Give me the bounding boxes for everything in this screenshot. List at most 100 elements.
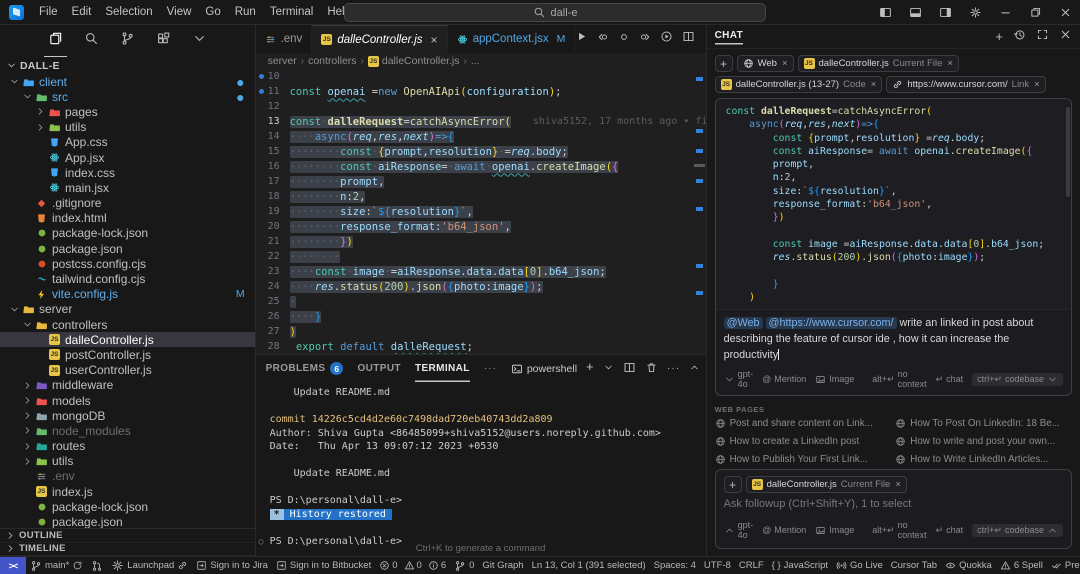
- section-outline[interactable]: OUTLINE: [0, 529, 255, 543]
- image-button[interactable]: Image: [815, 374, 854, 385]
- gear-button[interactable]: [960, 0, 990, 25]
- tab-appcontext.jsx[interactable]: appContext.jsx M: [447, 25, 576, 53]
- tree-item-src[interactable]: src ●: [0, 89, 255, 104]
- remove-pill-icon[interactable]: ×: [947, 58, 953, 69]
- inline-mention-pill[interactable]: @https://www.cursor.com/: [765, 317, 897, 330]
- sidebar-view-branch[interactable]: [118, 28, 137, 54]
- context-pill-web[interactable]: Web ×: [736, 55, 794, 72]
- status-launchpad[interactable]: Launchpad: [107, 557, 192, 574]
- tree-item-controllers[interactable]: controllers: [0, 317, 255, 332]
- tree-item-pages[interactable]: pages: [0, 104, 255, 119]
- status-language-mode[interactable]: { } JavaScript: [768, 557, 832, 574]
- tree-item-client[interactable]: client ●: [0, 74, 255, 89]
- code-line-19[interactable]: 19 ········size:`${resolution}`,: [256, 204, 706, 219]
- status-encoding[interactable]: UTF-8: [700, 557, 735, 574]
- status-remote-indicator[interactable]: ><: [0, 557, 26, 574]
- menu-view[interactable]: View: [160, 2, 199, 22]
- mention-button[interactable]: @ Mention: [762, 374, 806, 384]
- tree-item-package-lock.json[interactable]: package-lock.json: [0, 499, 255, 514]
- tab-dallecontroller.js[interactable]: JS dalleController.js ×: [312, 25, 448, 53]
- menu-terminal[interactable]: Terminal: [263, 2, 320, 22]
- add-context-button[interactable]: +: [714, 55, 733, 72]
- tree-item-app.jsx[interactable]: App.jsx: [0, 150, 255, 165]
- tree-item-index.html[interactable]: index.html: [0, 211, 255, 226]
- maximize-button[interactable]: [1020, 0, 1050, 25]
- status-git-graph[interactable]: Git Graph: [478, 557, 527, 574]
- sidebar-view-chevron-down[interactable]: [190, 28, 209, 54]
- tree-item-models[interactable]: models: [0, 393, 255, 408]
- status-branch-count[interactable]: 0: [450, 557, 478, 574]
- status-quokka[interactable]: Quokka: [941, 557, 996, 574]
- code-line-22[interactable]: 22 ········: [256, 249, 706, 264]
- section-timeline[interactable]: TIMELINE: [0, 543, 255, 556]
- panel-split-button[interactable]: [623, 361, 636, 377]
- tree-item-package-lock.json[interactable]: package-lock.json: [0, 226, 255, 241]
- code-line-26[interactable]: 26 ····}: [256, 309, 706, 324]
- model-selector[interactable]: gpt-4o: [724, 369, 753, 389]
- remove-pill-icon[interactable]: ×: [871, 79, 877, 90]
- tab-chat[interactable]: CHAT: [715, 30, 744, 43]
- tree-item-usercontroller.js[interactable]: JS userController.js: [0, 363, 255, 378]
- code-line-16[interactable]: 16 ········const·aiResponse=·await·openai…: [256, 159, 706, 174]
- close-tab-icon[interactable]: ×: [431, 33, 438, 47]
- sidebar-view-files[interactable]: [43, 28, 67, 57]
- status-eol[interactable]: CRLF: [735, 557, 768, 574]
- add-context-button[interactable]: +: [723, 476, 742, 493]
- context-pill-httpswww.cursor.com[interactable]: https://www.cursor.com/Link ×: [886, 76, 1046, 93]
- tree-item-index.js[interactable]: JS index.js: [0, 484, 255, 499]
- breadcrumb-item[interactable]: JS dalleController.js: [367, 55, 460, 67]
- minimize-button[interactable]: [990, 0, 1020, 25]
- code-line-24[interactable]: 24 ····res.status(200).json({photo:image}…: [256, 279, 706, 294]
- tree-item-server[interactable]: server: [0, 302, 255, 317]
- submit-codebase[interactable]: ctrl+↵ codebase: [972, 523, 1063, 537]
- tree-item-nodemodules[interactable]: node_modules: [0, 423, 255, 438]
- tree-item-postcontroller.js[interactable]: JS postController.js: [0, 347, 255, 362]
- chat-code-scrollbar[interactable]: [1066, 107, 1070, 197]
- terminal-output[interactable]: Update README.md commit 14226c5cd4d2e60c7…: [256, 382, 706, 556]
- tree-item-package.json[interactable]: package.json: [0, 241, 255, 256]
- layout-left-button[interactable]: [870, 0, 900, 25]
- web-page-result[interactable]: Post and share content on Link...: [715, 418, 892, 429]
- tree-item-routes[interactable]: routes: [0, 439, 255, 454]
- code-line-10[interactable]: 10: [256, 69, 706, 84]
- panel-trash-button[interactable]: [645, 361, 658, 377]
- tree-item-utils[interactable]: utils: [0, 454, 255, 469]
- layout-bottom-button[interactable]: [900, 0, 930, 25]
- code-line-27[interactable]: 27): [256, 324, 706, 339]
- sidebar-view-extensions[interactable]: [154, 28, 173, 54]
- tab-.env[interactable]: .env: [255, 25, 313, 53]
- tree-item-middleware[interactable]: middleware: [0, 378, 255, 393]
- web-page-result[interactable]: How to Publish Your First Link...: [715, 454, 892, 465]
- status-prettier[interactable]: Prettier: [1047, 557, 1080, 574]
- panel-tab-terminal[interactable]: TERMINAL: [415, 355, 470, 382]
- command-center-search[interactable]: dall-e: [344, 3, 766, 22]
- code-line-13[interactable]: 13 const·dalleRequest=catchAsyncError(shi…: [256, 114, 706, 129]
- code-line-28[interactable]: 28 export default dalleRequest;: [256, 339, 706, 354]
- menu-run[interactable]: Run: [228, 2, 263, 22]
- code-line-12[interactable]: 12: [256, 99, 706, 114]
- tree-item-vite.config.js[interactable]: vite.config.js M: [0, 287, 255, 302]
- submit-codebase[interactable]: ctrl+↵ codebase: [972, 372, 1063, 386]
- status-indentation[interactable]: Spaces: 4: [650, 557, 700, 574]
- status-pull-request[interactable]: [87, 557, 107, 574]
- panel-more-button[interactable]: ···: [667, 363, 680, 374]
- panel-plus-button[interactable]: +: [586, 360, 594, 374]
- split-button[interactable]: [682, 30, 695, 48]
- status-go-live[interactable]: Go Live: [832, 557, 887, 574]
- step-forward-button[interactable]: [639, 30, 651, 48]
- submit-no-context[interactable]: alt+↵ no context: [872, 520, 926, 540]
- tree-item-utils[interactable]: utils: [0, 120, 255, 135]
- tree-item-.gitignore[interactable]: .gitignore: [0, 196, 255, 211]
- inline-mention-pill[interactable]: @Web: [723, 317, 763, 330]
- tree-item-tailwind.config.cjs[interactable]: tailwind.config.cjs: [0, 271, 255, 286]
- tree-item-main.jsx[interactable]: main.jsx: [0, 180, 255, 195]
- code-line-23[interactable]: 23 ····const·image·=aiResponse.data.data[…: [256, 264, 706, 279]
- mention-button[interactable]: @ Mention: [762, 525, 806, 535]
- status-cursor-position[interactable]: Ln 13, Col 1 (391 selected): [528, 557, 650, 574]
- model-selector[interactable]: gpt-4o: [724, 520, 753, 540]
- code-line-14[interactable]: 14 ····async(req,res,next)=>{: [256, 129, 706, 144]
- web-page-result[interactable]: How to write and post your own...: [895, 436, 1072, 447]
- web-page-result[interactable]: How to create a LinkedIn post: [715, 436, 892, 447]
- panel-chevron-up-button[interactable]: [689, 362, 700, 376]
- breadcrumb[interactable]: server › controllers › JS dalleController.js ›…: [255, 53, 706, 69]
